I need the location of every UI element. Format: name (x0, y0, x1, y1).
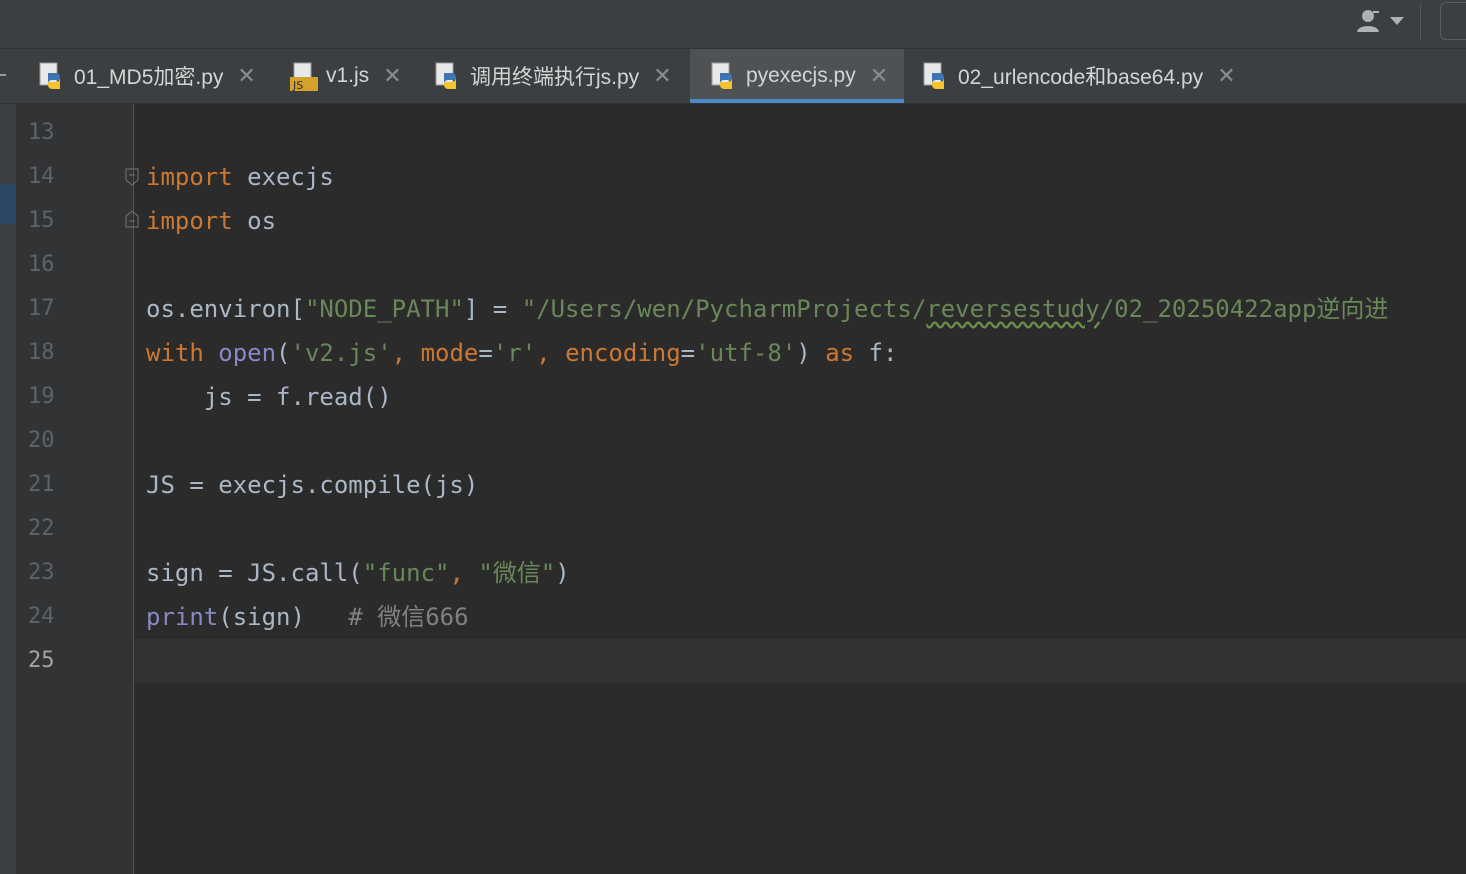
string-literal: 'utf-8' (695, 339, 797, 367)
python-file-icon (711, 62, 732, 89)
code-text: JS = execjs.compile(js) (146, 471, 479, 499)
chevron-down-icon (1390, 17, 1404, 25)
builtin-function: print (146, 603, 219, 631)
keyword: import (146, 163, 233, 191)
code-text: ) (796, 339, 826, 367)
comma: , (391, 339, 421, 367)
code-text: sign = JS.call( (146, 559, 363, 587)
toolbar-separator (1420, 4, 1421, 40)
code-text: f: (854, 339, 898, 367)
python-file-icon (923, 62, 944, 89)
code-text: os.environ[ (146, 295, 305, 323)
line-number: 23 (28, 560, 55, 585)
keyword: as (825, 339, 855, 367)
bookmark-marker (0, 184, 16, 224)
line-number: 17 (28, 296, 55, 321)
code-text: ] = (463, 295, 522, 323)
code-line-21[interactable]: JS = execjs.compile(js) (146, 463, 478, 507)
line-number: 15 (28, 208, 55, 233)
tab-terminal-js[interactable]: 调用终端执行js.py ✕ (420, 49, 686, 103)
current-line-highlight (134, 639, 1466, 683)
parameter-name: mode (420, 339, 479, 367)
close-icon[interactable]: ✕ (870, 65, 888, 87)
code-line-19[interactable]: js = f.read() (146, 375, 392, 419)
line-number: 19 (28, 384, 55, 409)
string-literal: /02_20250422app逆向进 (1099, 295, 1389, 323)
tab-label: v1.js (326, 64, 370, 87)
string-literal: "NODE_PATH" (304, 295, 464, 323)
spellcheck-warning-text: reversestudy (926, 295, 1100, 323)
tab-label: 02_urlencode和base64.py (958, 66, 1204, 89)
line-number: 18 (28, 340, 55, 365)
string-literal: 'v2.js' (290, 339, 392, 367)
tab-01-md5[interactable]: 01_MD5加密.py ✕ (22, 49, 270, 103)
close-icon[interactable]: ✕ (237, 65, 255, 87)
builtin-function: open (218, 339, 277, 367)
user-menu-button[interactable] (1350, 6, 1410, 36)
close-icon[interactable]: ✕ (653, 65, 671, 87)
line-number: 24 (28, 604, 55, 629)
tab-scroll-indicator (0, 74, 6, 76)
toolbar-search-button[interactable] (1440, 2, 1466, 40)
line-number: 21 (28, 472, 55, 497)
tab-label: 01_MD5加密.py (74, 66, 224, 89)
line-number: 13 (28, 120, 55, 145)
string-literal: "/Users/wen/PycharmProjects/ (521, 295, 927, 323)
code-line-15[interactable]: import os (146, 199, 276, 243)
string-literal: "微信" (478, 559, 556, 587)
svg-text:JS: JS (292, 79, 303, 91)
line-number: 20 (28, 428, 55, 453)
code-text: ( (276, 339, 291, 367)
code-text: js = f.read() (146, 383, 392, 411)
javascript-file-icon: JS (290, 62, 318, 91)
code-text: os (232, 207, 277, 235)
tab-label: pyexecjs.py (746, 64, 856, 87)
line-number: 14 (28, 164, 55, 189)
tab-pyexecjs[interactable]: pyexecjs.py ✕ (690, 49, 904, 103)
code-line-24[interactable]: print(sign) # 微信666 (146, 595, 469, 639)
code-line-23[interactable]: sign = JS.call("func", "微信") (146, 551, 570, 595)
line-number-current: 25 (28, 648, 55, 673)
code-line-18[interactable]: with open('v2.js', mode='r', encoding='u… (146, 331, 897, 375)
code-text: = (478, 339, 493, 367)
fold-start-icon[interactable] (125, 168, 139, 186)
user-icon (1357, 10, 1379, 32)
line-number: 16 (28, 252, 55, 277)
string-literal: "func" (362, 559, 450, 587)
keyword: import (146, 207, 233, 235)
tab-label: 调用终端执行js.py (470, 66, 640, 89)
code-text: = (680, 339, 696, 367)
string-literal: 'r' (492, 339, 537, 367)
python-file-icon (435, 62, 456, 89)
tab-v1-js[interactable]: JS v1.js ✕ (276, 49, 416, 103)
line-number: 22 (28, 516, 55, 541)
close-icon[interactable]: ✕ (383, 65, 401, 87)
code-text: ) (555, 559, 570, 587)
comma: , (536, 339, 566, 367)
comma: , (449, 559, 479, 587)
close-icon[interactable]: ✕ (1217, 65, 1235, 87)
tab-urlencode-base64[interactable]: 02_urlencode和base64.py ✕ (908, 49, 1250, 103)
python-file-icon (39, 62, 60, 89)
code-line-14[interactable]: import execjs (146, 155, 334, 199)
parameter-name: encoding (565, 339, 681, 367)
toolbar (0, 0, 1466, 49)
code-text: execjs (232, 163, 334, 191)
fold-end-icon[interactable] (125, 210, 139, 228)
code-comment: # 微信666 (348, 603, 469, 631)
keyword: with (146, 339, 204, 367)
code-text: (sign) (218, 603, 349, 631)
code-line-17[interactable]: os.environ["NODE_PATH"] = "/Users/wen/Py… (146, 287, 1388, 331)
editor-tab-bar: 01_MD5加密.py ✕ JS v1.js ✕ 调用终端执行js.py ✕ p… (0, 49, 1466, 104)
